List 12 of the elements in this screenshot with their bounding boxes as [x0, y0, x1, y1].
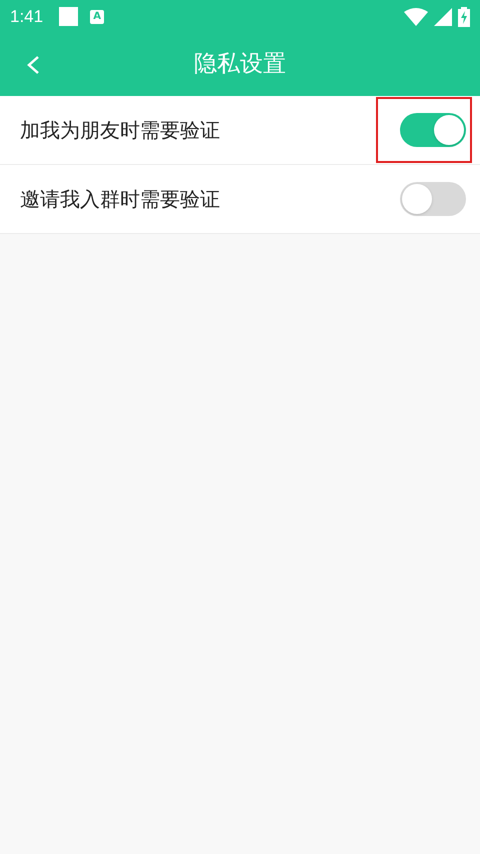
page-title: 隐私设置	[194, 50, 286, 80]
setting-label: 加我为朋友时需要验证	[20, 117, 220, 144]
back-icon[interactable]	[26, 55, 40, 75]
status-time: 1:41	[10, 6, 44, 28]
square-notification-icon	[59, 7, 78, 26]
battery-charging-icon	[458, 6, 470, 26]
toggle-switch[interactable]	[400, 182, 466, 216]
wifi-icon	[404, 8, 428, 26]
signal-icon	[434, 8, 452, 26]
letter-notification-icon: A	[90, 10, 104, 24]
setting-label: 邀请我入群时需要验证	[20, 186, 220, 213]
toggle-switch[interactable]	[400, 113, 466, 147]
